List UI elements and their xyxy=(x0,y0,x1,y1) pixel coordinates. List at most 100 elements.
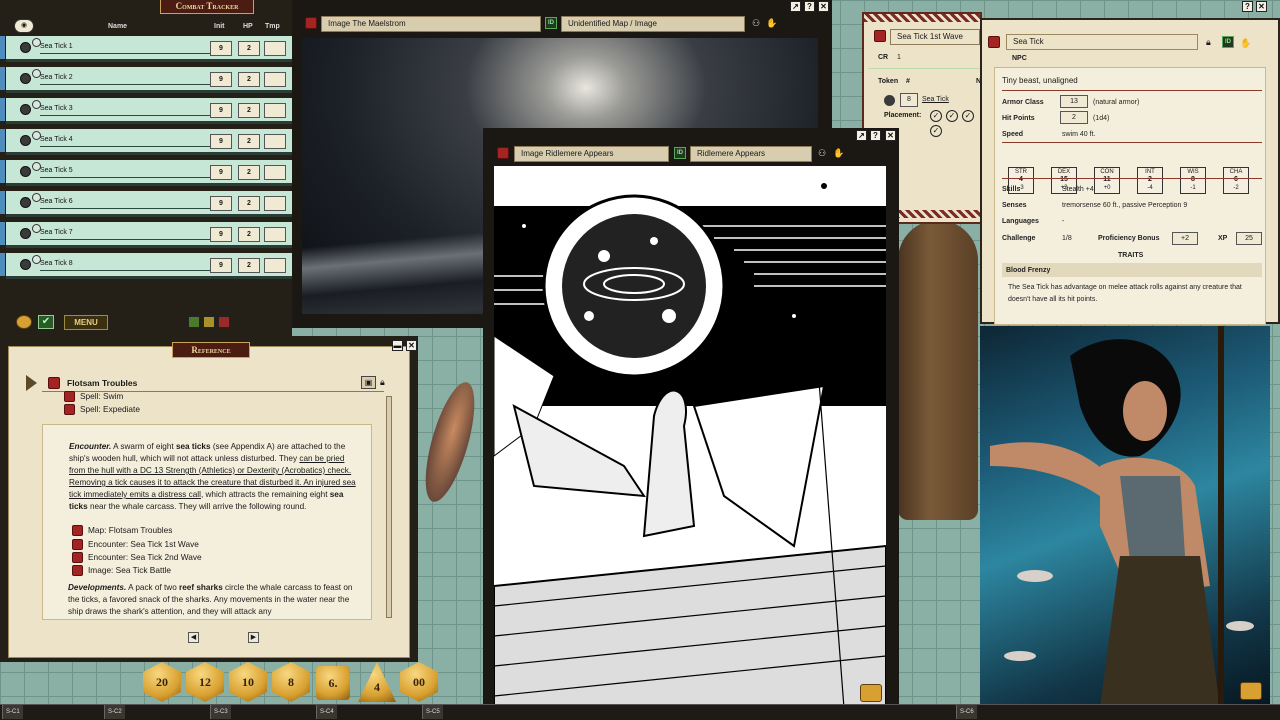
encounter-icon[interactable] xyxy=(72,552,83,563)
toolbar-icon[interactable]: ⚇ xyxy=(818,148,826,159)
ability-int[interactable]: INT 2 -4 xyxy=(1137,167,1163,194)
hp-field[interactable]: 2 xyxy=(238,165,260,180)
hp-field[interactable]: 2 xyxy=(238,196,260,211)
token-icon[interactable] xyxy=(20,166,31,177)
prev-page-icon[interactable]: ◀ xyxy=(188,632,199,643)
ability-cha[interactable]: CHA 6 -2 xyxy=(1223,167,1249,194)
hp-field[interactable]: 2 xyxy=(238,72,260,87)
ac-field[interactable]: 13 xyxy=(1060,95,1088,108)
help-icon[interactable]: ? xyxy=(870,130,881,141)
image-link[interactable]: Image: Sea Tick Battle xyxy=(72,565,171,576)
trait-name[interactable]: Blood Frenzy xyxy=(1006,267,1050,274)
combatant-name[interactable]: Sea Tick 6 xyxy=(40,198,73,205)
faction-foe-icon[interactable] xyxy=(218,316,230,328)
encounter-link[interactable]: Encounter: Sea Tick 1st Wave xyxy=(72,539,199,550)
tracker-row[interactable]: Sea Tick 3 9 2 xyxy=(0,98,292,124)
token-icon[interactable] xyxy=(20,228,31,239)
init-field[interactable]: 9 xyxy=(210,72,232,87)
hand-icon[interactable]: ✋ xyxy=(833,148,844,159)
expand-arrow-icon[interactable] xyxy=(26,375,37,391)
count-field[interactable]: 8 xyxy=(900,93,918,107)
token-icon[interactable] xyxy=(20,197,31,208)
token-icon[interactable] xyxy=(20,104,31,115)
placement-check[interactable]: ✓ xyxy=(930,110,942,122)
spell-icon[interactable] xyxy=(64,404,75,415)
xp-field[interactable]: 25 xyxy=(1236,232,1262,245)
hp-field[interactable]: 2 xyxy=(1060,111,1088,124)
tracker-row[interactable]: Sea Tick 7 9 2 xyxy=(0,222,292,248)
minimize-icon[interactable]: ▬ xyxy=(392,340,403,351)
menu-button[interactable]: MENU xyxy=(64,315,108,330)
tmp-field[interactable] xyxy=(264,258,286,273)
toolbar-icon[interactable]: ⚇ xyxy=(752,18,760,29)
encounter-icon[interactable] xyxy=(72,539,83,550)
hp-field[interactable]: 2 xyxy=(238,103,260,118)
tick-token-icon[interactable] xyxy=(884,95,895,106)
placement-check[interactable]: ✓ xyxy=(946,110,958,122)
hotkey-cell[interactable]: S-C5 xyxy=(422,705,443,719)
tmp-field[interactable] xyxy=(264,41,286,56)
ridlemere-id-field[interactable]: Ridlemere Appears xyxy=(690,146,812,162)
tracker-row[interactable]: Sea Tick 2 9 2 xyxy=(0,67,292,93)
lock-icon[interactable]: 🔒︎ xyxy=(1206,37,1211,48)
init-field[interactable]: 9 xyxy=(210,196,232,211)
round-icon[interactable] xyxy=(16,315,32,329)
token-icon[interactable] xyxy=(20,42,31,53)
encounter-record-icon[interactable] xyxy=(874,30,886,42)
init-field[interactable]: 9 xyxy=(210,165,232,180)
tmp-field[interactable] xyxy=(264,134,286,149)
scrollbar[interactable] xyxy=(386,396,392,618)
close-icon[interactable]: ✕ xyxy=(818,1,829,12)
hotkey-cell[interactable]: S-C1 xyxy=(2,705,23,719)
tracker-row[interactable]: Sea Tick 1 9 2 xyxy=(0,36,292,62)
token-icon[interactable] xyxy=(20,135,31,146)
ability-con[interactable]: CON 11 +0 xyxy=(1094,167,1120,194)
combatant-name[interactable]: Sea Tick 8 xyxy=(40,260,73,267)
hotkey-cell[interactable]: S-C4 xyxy=(316,705,337,719)
hotkey-cell[interactable]: S-C2 xyxy=(104,705,125,719)
init-field[interactable]: 9 xyxy=(210,103,232,118)
token-icon[interactable] xyxy=(20,259,31,270)
init-field[interactable]: 9 xyxy=(210,258,232,273)
close-icon[interactable]: ✕ xyxy=(406,340,417,351)
combatant-name[interactable]: Sea Tick 7 xyxy=(40,229,73,236)
expand-icon[interactable]: ↗ xyxy=(790,1,801,12)
maelstrom-id-field[interactable]: Unidentified Map / Image xyxy=(561,16,745,32)
tracker-row[interactable]: Sea Tick 4 9 2 xyxy=(0,129,292,155)
d6-icon[interactable]: 6. xyxy=(316,666,350,700)
id-icon[interactable]: ID xyxy=(674,147,686,159)
npc-record-icon[interactable] xyxy=(988,36,1000,48)
placement-check[interactable]: ✓ xyxy=(930,125,942,137)
tracker-row[interactable]: Sea Tick 6 9 2 xyxy=(0,191,292,217)
resize-icon[interactable] xyxy=(1240,682,1262,700)
map-link[interactable]: Map: Flotsam Troubles xyxy=(72,525,172,536)
expand-icon[interactable]: ↗ xyxy=(856,130,867,141)
share-icon[interactable]: ▣ xyxy=(361,376,376,389)
creature-link[interactable]: Sea Tick xyxy=(922,96,949,103)
token-icon[interactable] xyxy=(20,73,31,84)
next-page-icon[interactable]: ▶ xyxy=(248,632,259,643)
image-icon[interactable] xyxy=(72,565,83,576)
tmp-field[interactable] xyxy=(264,227,286,242)
combatant-name[interactable]: Sea Tick 1 xyxy=(40,43,73,50)
next-turn-icon[interactable]: ✔ xyxy=(38,315,54,329)
pb-field[interactable]: +2 xyxy=(1172,232,1198,245)
combatant-name[interactable]: Sea Tick 3 xyxy=(40,105,73,112)
tmp-field[interactable] xyxy=(264,196,286,211)
tracker-row[interactable]: Sea Tick 8 9 2 xyxy=(0,253,292,279)
help-icon[interactable]: ? xyxy=(804,1,815,12)
image-record-icon[interactable] xyxy=(305,17,317,29)
story-record-icon[interactable] xyxy=(48,377,60,389)
faction-neutral-icon[interactable] xyxy=(203,316,215,328)
help-icon[interactable]: ? xyxy=(1242,1,1253,12)
hand-icon[interactable]: ✋ xyxy=(1240,38,1251,49)
map-icon[interactable] xyxy=(72,525,83,536)
faction-friend-icon[interactable] xyxy=(188,316,200,328)
combatant-name[interactable]: Sea Tick 4 xyxy=(40,136,73,143)
eye-icon[interactable]: ◉ xyxy=(14,19,34,33)
tmp-field[interactable] xyxy=(264,72,286,87)
id-icon[interactable]: ID xyxy=(1222,36,1234,48)
ship-token[interactable] xyxy=(898,220,978,520)
hp-field[interactable]: 2 xyxy=(238,227,260,242)
hp-field[interactable]: 2 xyxy=(238,41,260,56)
